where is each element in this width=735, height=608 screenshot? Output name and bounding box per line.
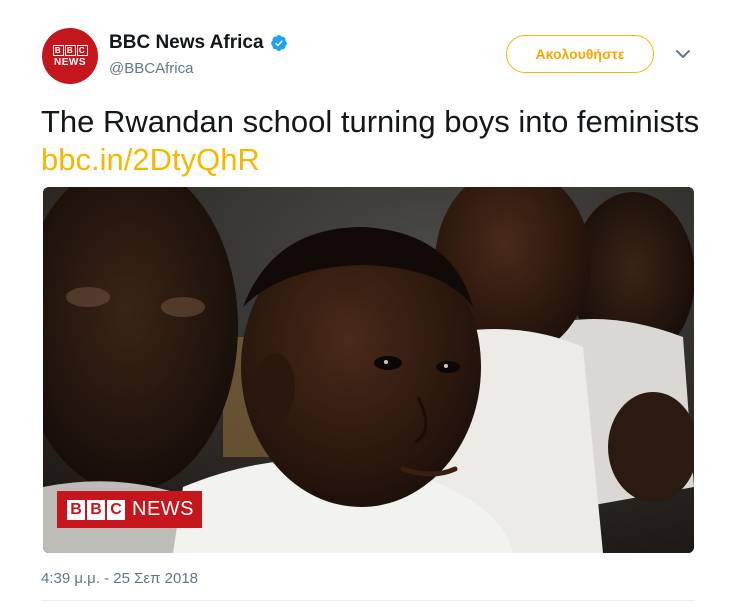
bbc-news-word: NEWS <box>132 498 194 520</box>
bbc-news-badge: B B C NEWS <box>57 491 202 528</box>
avatar-block: B <box>64 44 76 56</box>
avatar-news-text: NEWS <box>54 56 86 68</box>
tweet-timestamp[interactable]: 4:39 μ.μ. - 25 Σεπ 2018 <box>41 570 198 587</box>
bbc-logo-block: C <box>107 499 125 520</box>
follow-button[interactable]: Ακολουθήστε <box>506 35 654 73</box>
tweet-link[interactable]: bbc.in/2DtyQhR <box>41 142 260 177</box>
bbc-logo-block: B <box>87 499 105 520</box>
tweet-text: The Rwandan school turning boys into fem… <box>41 103 701 179</box>
avatar-bbc-blocks: B B C <box>52 44 88 56</box>
chevron-down-icon[interactable] <box>674 48 692 60</box>
handle[interactable]: @BBCAfrica <box>109 60 288 77</box>
author-info: BBC News Africa @BBCAfrica <box>109 32 288 77</box>
avatar[interactable]: B B C NEWS <box>42 28 98 84</box>
display-name[interactable]: BBC News Africa <box>109 32 264 54</box>
verified-icon <box>270 35 287 51</box>
avatar-block: C <box>76 44 88 56</box>
display-name-row[interactable]: BBC News Africa <box>109 32 288 54</box>
tweet-body: The Rwandan school turning boys into fem… <box>41 104 700 139</box>
divider <box>41 600 695 601</box>
bbc-logo-block: B <box>67 499 85 520</box>
avatar-block: B <box>52 44 64 56</box>
tweet-media[interactable]: B B C NEWS <box>43 187 694 553</box>
bbc-logo: B B C <box>67 499 125 520</box>
